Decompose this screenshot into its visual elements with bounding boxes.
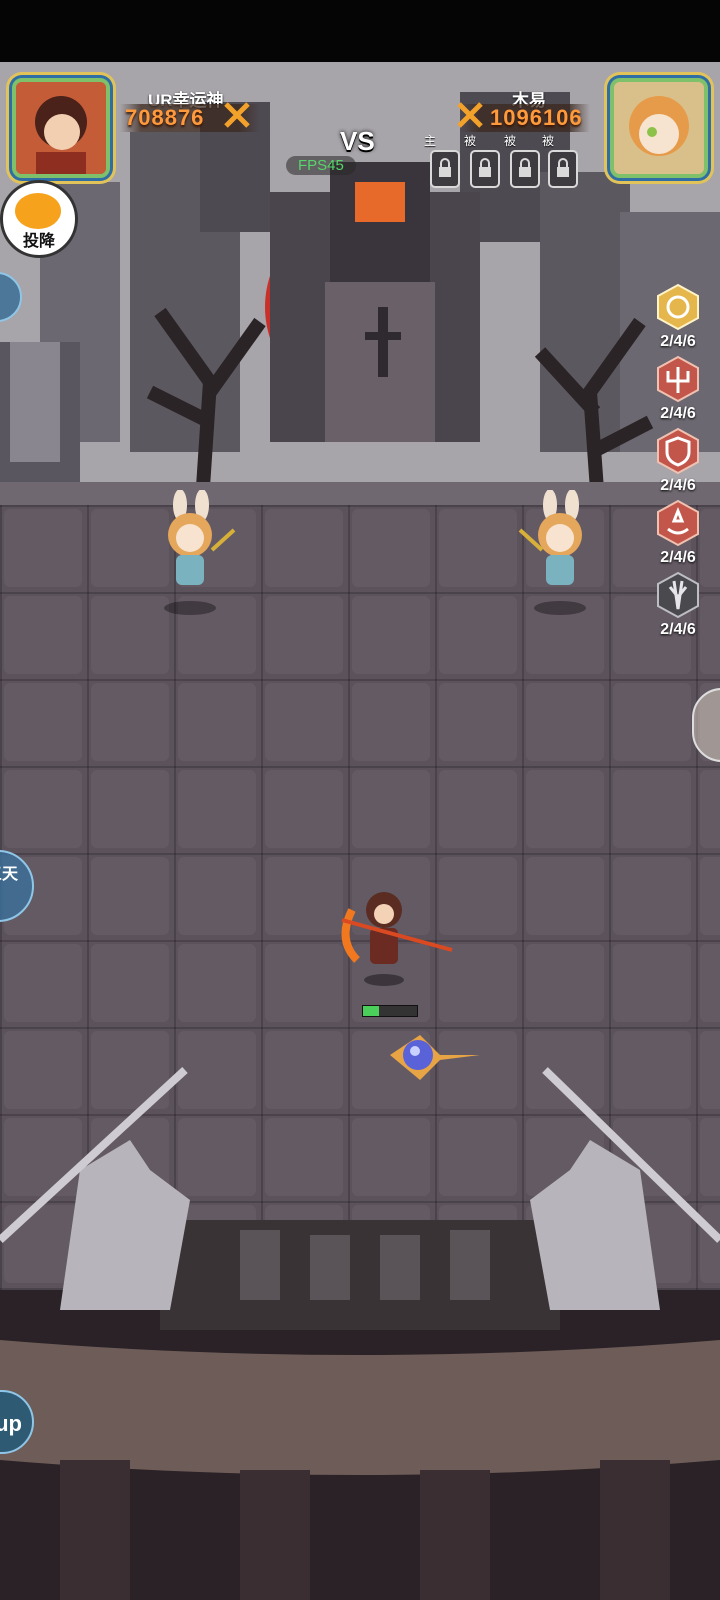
floor-tile bbox=[91, 944, 169, 1022]
rune-hand-icon bbox=[657, 499, 699, 547]
status-bar bbox=[0, 0, 720, 62]
trident-icon bbox=[657, 355, 699, 403]
floor-tile bbox=[613, 770, 691, 848]
lock-icon bbox=[557, 158, 569, 177]
floor-tile bbox=[352, 770, 430, 848]
blades-icon bbox=[657, 571, 699, 619]
game-screen: UR幸运神 708876 VS FPS45 木易 1096106 主 被 被 被 bbox=[0, 0, 720, 1600]
synergy-count: 2/4/6 bbox=[660, 549, 696, 566]
floor-tile bbox=[700, 509, 720, 587]
hp-fill bbox=[363, 1006, 380, 1016]
magic-orb-projectile bbox=[390, 1035, 480, 1080]
floor-tile bbox=[265, 683, 343, 761]
floor-tile bbox=[352, 683, 430, 761]
lock-slot-passive-3[interactable]: 被 bbox=[542, 134, 578, 188]
floor-tile bbox=[352, 596, 430, 674]
player-hero-hp-bar bbox=[362, 1005, 418, 1017]
player-hero-unit[interactable] bbox=[332, 880, 457, 990]
lock-slot-label: 被 bbox=[542, 134, 555, 148]
lock-icon bbox=[439, 158, 451, 177]
floor-tile bbox=[613, 944, 691, 1022]
lock-slot-label: 主 bbox=[424, 134, 437, 148]
shield-icon bbox=[657, 427, 699, 475]
player-right-avatar bbox=[614, 82, 704, 174]
sun-swirl-icon bbox=[657, 283, 699, 331]
crossed-swords-icon bbox=[457, 102, 483, 128]
lock-slot-label: 被 bbox=[464, 134, 477, 148]
lock-slot-main[interactable]: 主 bbox=[424, 134, 460, 188]
floor-tile bbox=[526, 944, 604, 1022]
floor-tile bbox=[265, 509, 343, 587]
floor-tile bbox=[526, 857, 604, 935]
lock-icon bbox=[519, 158, 531, 177]
synergy-count: 2/4/6 bbox=[660, 405, 696, 422]
floor-tile bbox=[613, 857, 691, 935]
vs-label: VS bbox=[340, 126, 375, 156]
synergy-item[interactable] bbox=[654, 283, 702, 336]
synergy-item[interactable] bbox=[654, 499, 702, 552]
synergy-count: 2/4/6 bbox=[660, 621, 696, 638]
floor-tile bbox=[526, 770, 604, 848]
floor-tile bbox=[439, 683, 517, 761]
player-left-avatar bbox=[16, 82, 106, 174]
synergy-item[interactable] bbox=[654, 355, 702, 408]
lock-icon bbox=[479, 158, 491, 177]
floor-tile bbox=[178, 770, 256, 848]
floor-tile bbox=[526, 683, 604, 761]
player-right-power: 1096106 bbox=[490, 105, 583, 130]
floor-tile bbox=[700, 770, 720, 848]
enemy-bunny-unit-left[interactable] bbox=[142, 490, 242, 620]
floor-tile bbox=[91, 857, 169, 935]
floor-tile bbox=[4, 770, 82, 848]
floor-tile bbox=[700, 857, 720, 935]
player-right-portrait[interactable] bbox=[610, 78, 708, 178]
synergy-item[interactable] bbox=[654, 571, 702, 624]
crossed-swords-icon bbox=[224, 102, 250, 128]
floor-tile bbox=[439, 596, 517, 674]
fps-counter: FPS45 bbox=[286, 156, 356, 175]
floor-tile bbox=[265, 596, 343, 674]
floor-tile bbox=[439, 770, 517, 848]
surrender-label: 投降 bbox=[22, 233, 55, 250]
synergy-item[interactable] bbox=[654, 427, 702, 480]
floor-tile bbox=[178, 857, 256, 935]
lock-slot-label: 被 bbox=[504, 134, 517, 148]
flag-icon bbox=[15, 193, 61, 229]
floor-tile bbox=[4, 509, 82, 587]
floor-tile bbox=[178, 683, 256, 761]
floor-tile bbox=[265, 770, 343, 848]
floor-tile bbox=[352, 509, 430, 587]
floor-tile bbox=[439, 509, 517, 587]
floor-tile bbox=[91, 683, 169, 761]
player-left-portrait[interactable] bbox=[12, 78, 110, 178]
floor-tile bbox=[178, 944, 256, 1022]
enemy-bunny-unit-right[interactable] bbox=[512, 490, 612, 620]
surrender-button[interactable]: 投降 bbox=[0, 180, 78, 258]
lock-slot-passive-1[interactable]: 被 bbox=[464, 134, 500, 188]
floor-tile bbox=[700, 944, 720, 1022]
floor-tile bbox=[4, 596, 82, 674]
floor-tile bbox=[91, 770, 169, 848]
player-left-power: 708876 bbox=[125, 105, 205, 130]
floor-tile bbox=[613, 683, 691, 761]
floor-tile bbox=[4, 683, 82, 761]
floor-tile bbox=[4, 944, 82, 1022]
bottom-wall-decor bbox=[0, 1067, 720, 1600]
synergy-count: 2/4/6 bbox=[660, 333, 696, 350]
synergy-count: 2/4/6 bbox=[660, 477, 696, 494]
lock-slot-passive-2[interactable]: 被 bbox=[504, 134, 540, 188]
